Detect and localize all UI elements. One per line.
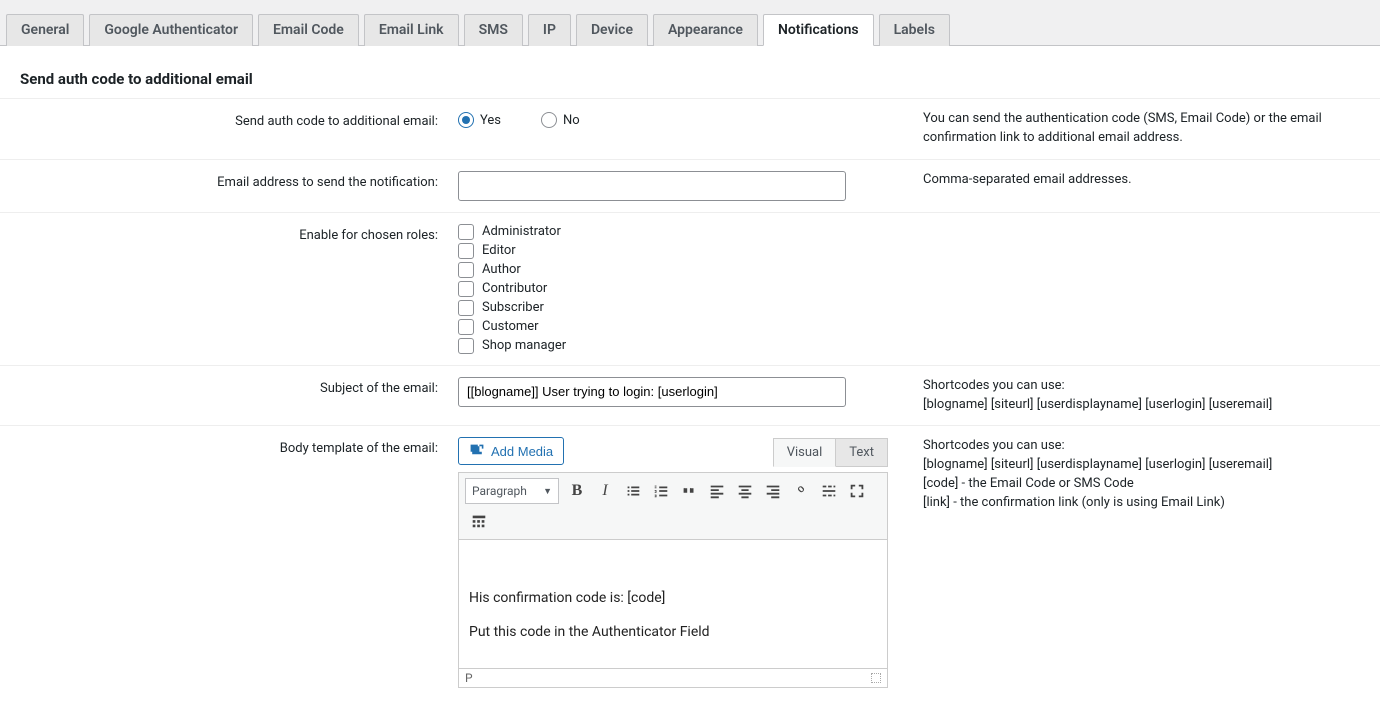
section-title: Send auth code to additional email: [0, 64, 1380, 99]
editor-tabs: Visual Text: [773, 438, 888, 467]
italic-button[interactable]: I: [591, 477, 619, 505]
subject-input[interactable]: [458, 377, 846, 407]
bold-button[interactable]: B: [563, 477, 591, 505]
radio-no[interactable]: No: [541, 112, 580, 128]
role-label: Subscriber: [482, 300, 544, 315]
align-left-button[interactable]: [703, 477, 731, 505]
row-email-address: Email address to send the notification: …: [0, 160, 1380, 213]
checkbox-shop-manager[interactable]: [458, 338, 474, 354]
checkbox-editor[interactable]: [458, 243, 474, 259]
email-address-help: Comma-separated email addresses.: [903, 171, 1360, 190]
role-label: Customer: [482, 319, 539, 334]
subject-help: Shortcodes you can use: [blogname] [site…: [903, 377, 1360, 415]
paragraph-select[interactable]: Paragraph ▼: [465, 478, 559, 504]
roles-list: Administrator Editor Author Contributor …: [458, 224, 903, 354]
media-icon: [469, 443, 485, 459]
fullscreen-button[interactable]: [843, 477, 871, 505]
role-editor[interactable]: Editor: [458, 243, 903, 259]
role-customer[interactable]: Customer: [458, 319, 903, 335]
checkbox-customer[interactable]: [458, 319, 474, 335]
row-roles: Enable for chosen roles: Administrator E…: [0, 213, 1380, 366]
tab-device[interactable]: Device: [576, 14, 648, 46]
tabs-bar: General Google Authenticator Email Code …: [0, 0, 1380, 46]
read-more-button[interactable]: [815, 477, 843, 505]
tab-content: Send auth code to additional email Send …: [0, 46, 1380, 719]
body-line-2: Put this code in the Authenticator Field: [469, 624, 877, 640]
editor-path: P: [465, 671, 473, 685]
radio-yes[interactable]: Yes: [458, 112, 501, 128]
tab-appearance[interactable]: Appearance: [653, 14, 758, 46]
checkbox-subscriber[interactable]: [458, 300, 474, 316]
email-address-label: Email address to send the notification:: [20, 171, 458, 190]
role-shop-manager[interactable]: Shop manager: [458, 338, 903, 354]
tab-email-code[interactable]: Email Code: [258, 14, 359, 46]
role-label: Administrator: [482, 224, 561, 239]
send-auth-code-radio-group: Yes No: [458, 110, 903, 128]
radio-no-label: No: [563, 113, 580, 128]
role-author[interactable]: Author: [458, 262, 903, 278]
editor-body[interactable]: His confirmation code is: [code] Put thi…: [458, 540, 888, 669]
align-center-button[interactable]: [731, 477, 759, 505]
checkbox-author[interactable]: [458, 262, 474, 278]
role-label: Contributor: [482, 281, 547, 296]
tab-ip[interactable]: IP: [528, 14, 571, 46]
editor-toolbar: Paragraph ▼ B I: [458, 472, 888, 540]
tab-general[interactable]: General: [6, 14, 84, 46]
send-auth-code-help: You can send the authentication code (SM…: [903, 110, 1360, 148]
chevron-down-icon: ▼: [543, 486, 552, 497]
tab-email-link[interactable]: Email Link: [364, 14, 459, 46]
body-line-1: His confirmation code is: [code]: [469, 590, 877, 606]
checkbox-administrator[interactable]: [458, 224, 474, 240]
body-help: Shortcodes you can use: [blogname] [site…: [903, 437, 1360, 512]
row-send-auth-code: Send auth code to additional email: Yes …: [0, 99, 1380, 160]
bullet-list-button[interactable]: [619, 477, 647, 505]
blockquote-button[interactable]: [675, 477, 703, 505]
email-address-input[interactable]: [458, 171, 846, 201]
roles-label: Enable for chosen roles:: [20, 224, 458, 243]
add-media-button[interactable]: Add Media: [458, 437, 564, 465]
tab-sms[interactable]: SMS: [464, 14, 523, 46]
role-label: Author: [482, 262, 521, 277]
editor-tab-visual[interactable]: Visual: [773, 438, 837, 467]
editor-tab-text[interactable]: Text: [836, 438, 888, 467]
editor-status-bar: P: [458, 669, 888, 688]
numbered-list-button[interactable]: [647, 477, 675, 505]
role-subscriber[interactable]: Subscriber: [458, 300, 903, 316]
role-label: Editor: [482, 243, 516, 258]
tab-notifications[interactable]: Notifications: [763, 14, 874, 46]
align-right-button[interactable]: [759, 477, 787, 505]
link-button[interactable]: [787, 477, 815, 505]
radio-yes-input[interactable]: [458, 112, 474, 128]
add-media-label: Add Media: [491, 444, 553, 459]
toolbar-toggle-button[interactable]: [465, 507, 493, 535]
subject-label: Subject of the email:: [20, 377, 458, 396]
resize-handle-icon[interactable]: [871, 673, 881, 683]
row-subject: Subject of the email: Shortcodes you can…: [0, 366, 1380, 427]
body-template-label: Body template of the email:: [20, 437, 458, 456]
tab-labels[interactable]: Labels: [879, 14, 950, 46]
editor: Add Media Visual Text Paragraph ▼ B: [458, 437, 888, 688]
send-auth-code-label: Send auth code to additional email:: [20, 110, 458, 129]
tab-google-authenticator[interactable]: Google Authenticator: [89, 14, 253, 46]
radio-no-input[interactable]: [541, 112, 557, 128]
role-administrator[interactable]: Administrator: [458, 224, 903, 240]
radio-yes-label: Yes: [480, 113, 501, 128]
checkbox-contributor[interactable]: [458, 281, 474, 297]
role-label: Shop manager: [482, 338, 566, 353]
role-contributor[interactable]: Contributor: [458, 281, 903, 297]
row-body-template: Body template of the email: Add Media Vi…: [0, 426, 1380, 699]
